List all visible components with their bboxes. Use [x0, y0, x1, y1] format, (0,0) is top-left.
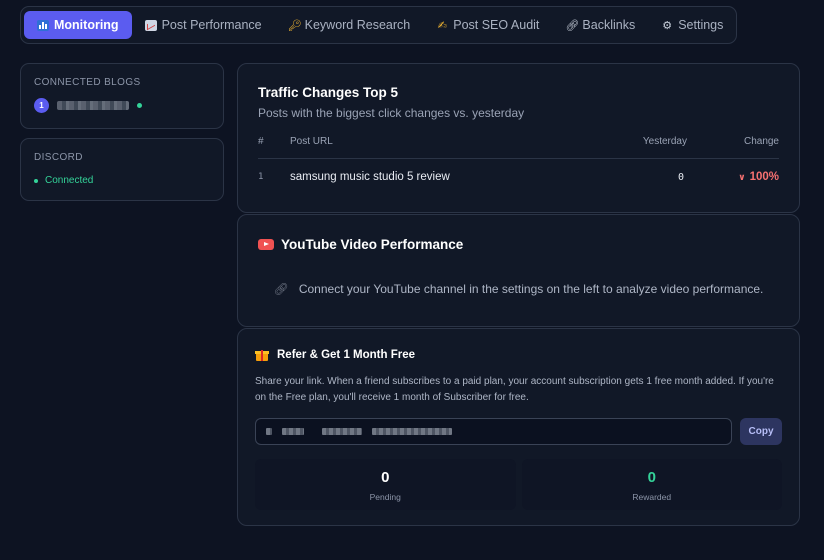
discord-title: DISCORD [34, 152, 83, 163]
trend-chart-icon [144, 19, 157, 31]
copy-button[interactable]: Copy [740, 418, 782, 445]
referral-stats: 0 Pending 0 Rewarded [255, 459, 782, 510]
bar-chart-icon [37, 19, 49, 31]
blog-item[interactable]: 1 [34, 98, 210, 113]
stat-rewarded: 0 Rewarded [521, 459, 782, 510]
gear-icon: ⚙ [662, 19, 673, 32]
status-dot [34, 178, 38, 183]
rewarded-count: 0 [647, 469, 656, 486]
col-num: # [258, 136, 264, 147]
col-change: Change [743, 136, 779, 147]
referral-title: Refer & Get 1 Month Free [277, 348, 416, 361]
youtube-icon [258, 239, 274, 250]
redacted-link-part [372, 428, 452, 435]
youtube-connect-message: 🔗︎ Connect your YouTube channel in the s… [273, 282, 764, 296]
traffic-subtitle: Posts with the biggest click changes vs.… [258, 106, 525, 120]
redacted-link-part [282, 428, 304, 435]
redacted-link-part [266, 428, 272, 435]
link-icon: 🔗︎ [273, 282, 289, 296]
col-post-url: Post URL [290, 136, 333, 147]
table-row[interactable]: 1 samsung music studio 5 review 0 ∨ 100% [258, 171, 779, 183]
chevron-down-icon: ∨ [738, 172, 746, 182]
row-num: 1 [258, 172, 264, 182]
stat-pending: 0 Pending [255, 459, 516, 510]
top-nav: Monitoring Post Performance 🔑︎ Keyword R… [20, 6, 737, 44]
youtube-card: YouTube Video Performance 🔗︎ Connect you… [237, 214, 800, 327]
discord-status-text: Connected [45, 175, 94, 186]
writing-hand-icon: ✍︎ [437, 19, 447, 32]
referral-link-input[interactable] [255, 418, 732, 445]
referral-link-row: Copy [255, 418, 782, 445]
rewarded-label: Rewarded [632, 492, 672, 502]
tab-monitoring[interactable]: Monitoring [24, 11, 132, 39]
tab-post-seo-audit[interactable]: ✍︎ Post SEO Audit [423, 11, 552, 39]
traffic-title: Traffic Changes Top 5 [258, 85, 399, 100]
connected-blogs-card: CONNECTED BLOGS 1 [20, 63, 224, 129]
blog-name-redacted [57, 101, 129, 110]
referral-description: Share your link. When a friend subscribe… [255, 376, 774, 403]
col-yesterday: Yesterday [642, 136, 687, 147]
referral-card: Refer & Get 1 Month Free Share your link… [237, 328, 800, 526]
gift-icon [255, 348, 269, 361]
tab-post-performance[interactable]: Post Performance [132, 11, 275, 39]
youtube-title: YouTube Video Performance [281, 237, 464, 252]
link-icon: 🔗︎ [565, 19, 580, 32]
pending-count: 0 [381, 469, 390, 486]
table-header: # Post URL Yesterday Change [258, 136, 779, 159]
tab-settings[interactable]: ⚙ Settings [648, 11, 736, 39]
row-change: ∨ 100% [738, 171, 779, 183]
redacted-link-part [322, 428, 362, 435]
referral-header: Refer & Get 1 Month Free [255, 348, 782, 361]
tab-backlinks[interactable]: 🔗︎ Backlinks [552, 11, 648, 39]
blog-status-dot [137, 103, 142, 108]
discord-status: Connected [34, 175, 210, 186]
pending-label: Pending [369, 492, 401, 502]
tab-keyword-research[interactable]: 🔑︎ Keyword Research [275, 11, 424, 39]
row-post-url: samsung music studio 5 review [290, 171, 450, 183]
blog-index-badge: 1 [34, 98, 49, 113]
discord-card: DISCORD Connected [20, 138, 224, 201]
row-yesterday: 0 [677, 171, 684, 183]
key-icon: 🔑︎ [287, 19, 302, 32]
youtube-header: YouTube Video Performance [258, 237, 779, 252]
connected-blogs-title: CONNECTED BLOGS [34, 77, 141, 88]
traffic-changes-card: Traffic Changes Top 5 Posts with the big… [237, 63, 800, 213]
